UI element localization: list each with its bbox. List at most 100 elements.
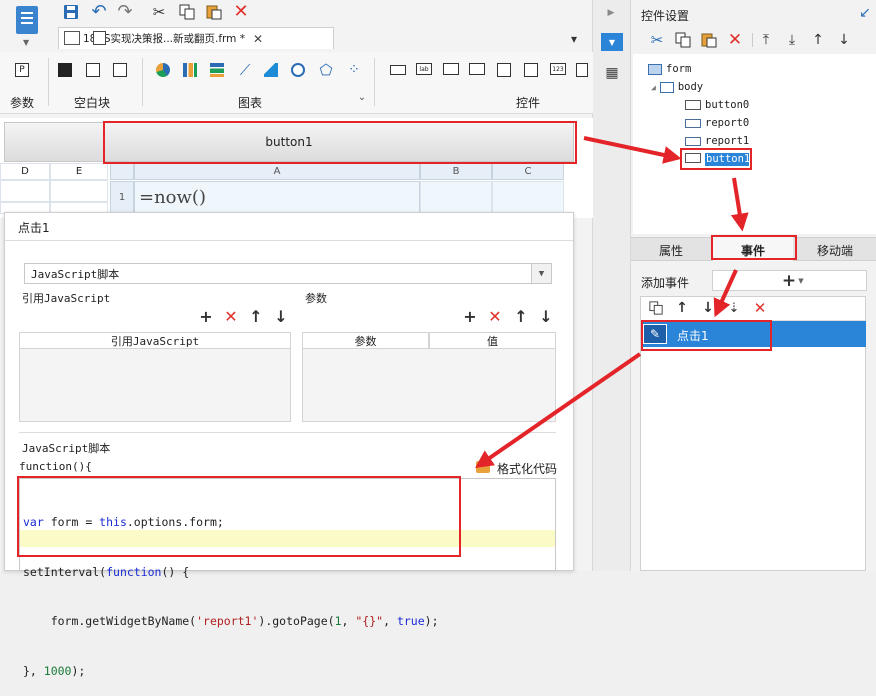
column-header-c[interactable]: C <box>492 163 564 180</box>
move-up-icon[interactable]: ↑ <box>675 300 689 316</box>
cut-icon[interactable]: ✂ <box>150 3 168 21</box>
parameter-icon[interactable]: P <box>15 63 29 77</box>
remove-icon[interactable]: ✕ <box>488 307 502 326</box>
block-dark-icon[interactable] <box>58 63 72 77</box>
cut-icon[interactable]: ✂ <box>648 31 666 49</box>
widget-settings-toggle[interactable]: ▼ <box>601 33 623 51</box>
divider <box>19 432 556 433</box>
move-bottom-icon[interactable]: ⤓ <box>784 31 800 49</box>
tree-item-report0[interactable]: report0 <box>685 117 749 129</box>
collapse-arrow-icon[interactable]: ▶ <box>604 6 618 20</box>
add-icon[interactable]: + <box>463 307 477 326</box>
ribbon-group-chart: 图表 <box>238 96 263 110</box>
close-icon[interactable]: ✕ <box>253 32 263 46</box>
grid-cell[interactable] <box>0 180 50 202</box>
js-script-section-label: JavaScript脚本 <box>22 442 111 455</box>
column-header-e[interactable]: E <box>50 163 108 180</box>
chevron-down-icon[interactable]: ▼ <box>531 264 551 283</box>
column-header-a[interactable]: A <box>134 163 420 180</box>
script-type-select[interactable]: JavaScript脚本 ▼ <box>24 263 552 284</box>
tree-item-body[interactable]: ◢ body <box>651 81 703 93</box>
button-widget-icon[interactable] <box>390 65 406 75</box>
label-widget-icon[interactable]: lab <box>416 63 432 75</box>
tree-item-form[interactable]: form <box>648 63 691 75</box>
button-widget-icon <box>685 100 701 110</box>
add-icon[interactable]: + <box>199 307 213 326</box>
move-down-icon[interactable]: ↓ <box>539 307 553 326</box>
column-header-b[interactable]: B <box>420 163 492 180</box>
horizontal-bar-icon[interactable] <box>210 63 224 77</box>
formula-cell[interactable]: =now() <box>134 181 420 213</box>
delete-icon[interactable]: ✕ <box>752 300 768 316</box>
panel-title: 控件设置 <box>641 9 690 23</box>
move-up-icon[interactable]: ↑ <box>514 307 528 326</box>
move-top-icon[interactable]: ⤒ <box>758 31 774 49</box>
copy-icon[interactable] <box>648 300 664 316</box>
app-menu-logo[interactable]: ▼ <box>8 4 46 48</box>
tab-properties[interactable]: 属性 <box>659 242 683 259</box>
chevron-down-icon[interactable]: ⌄ <box>356 92 368 104</box>
combobox-widget-icon[interactable] <box>469 63 485 75</box>
ref-js-column-header: 引用JavaScript <box>19 332 291 349</box>
undo-icon[interactable]: ↶ <box>90 3 108 21</box>
report-logo-icon <box>16 6 38 34</box>
copy-icon[interactable] <box>178 3 196 21</box>
grid-cell[interactable] <box>50 180 108 202</box>
delete-icon[interactable]: ✕ <box>232 3 250 21</box>
move-down-icon[interactable]: ↓ <box>274 307 288 326</box>
ref-js-section-label: 引用JavaScript <box>22 292 111 305</box>
copy-icon[interactable] <box>674 31 692 49</box>
move-up-icon[interactable]: ↑ <box>810 31 826 49</box>
highlight-box <box>641 320 772 351</box>
area-chart-icon[interactable] <box>264 63 278 77</box>
tree-item-button0[interactable]: button0 <box>685 99 749 111</box>
gauge-icon[interactable] <box>291 63 305 77</box>
redo-icon[interactable]: ↷ <box>116 3 134 21</box>
code-line: }, 1000); <box>23 663 86 678</box>
grid-cell[interactable] <box>420 181 492 213</box>
move-down-icon[interactable]: ↓ <box>701 300 715 316</box>
grid-icon[interactable] <box>64 31 80 45</box>
pin-icon[interactable]: ▾ <box>566 31 582 47</box>
tree-item-report1[interactable]: report1 <box>685 135 749 147</box>
grid-cell[interactable] <box>492 181 564 213</box>
save-icon[interactable] <box>62 3 80 21</box>
document-tab-title: 18-JS实现决策报...新或翻页.frm * <box>83 33 245 45</box>
brush-icon[interactable] <box>476 461 490 473</box>
block-grid-icon[interactable] <box>113 63 127 77</box>
bar-chart-icon[interactable] <box>183 63 197 77</box>
side-toolbar <box>593 0 631 571</box>
remove-icon[interactable]: ✕ <box>224 307 238 326</box>
list-widget-icon[interactable] <box>497 63 511 77</box>
checkbox-widget-icon[interactable] <box>576 63 588 77</box>
add-event-dropdown[interactable]: + ▼ <box>712 270 867 291</box>
date-widget-icon[interactable] <box>524 63 538 77</box>
radar-chart-icon[interactable]: ⬠ <box>317 61 335 79</box>
highlight-box <box>711 235 797 260</box>
ribbon-divider <box>142 58 143 106</box>
textbox-widget-icon[interactable] <box>443 63 459 75</box>
sort-icon[interactable]: ⇣ <box>725 300 743 316</box>
paste-icon[interactable] <box>700 31 718 49</box>
expand-arrow-icon[interactable]: ◢ <box>651 83 656 92</box>
body-icon <box>659 81 674 93</box>
line-chart-icon[interactable]: ⟋ <box>236 61 254 79</box>
format-code-button[interactable]: 格式化代码 <box>497 460 557 477</box>
divider <box>5 240 573 241</box>
scatter-chart-icon[interactable]: ⁘ <box>345 61 363 79</box>
row-header-1[interactable]: 1 <box>110 181 134 213</box>
layout-grid-icon[interactable]: ▦ <box>603 64 621 82</box>
move-up-icon[interactable]: ↑ <box>249 307 263 326</box>
number-widget-icon[interactable]: 123 <box>550 63 566 75</box>
paste-icon[interactable] <box>205 3 223 21</box>
block-split-icon[interactable] <box>86 63 100 77</box>
delete-icon[interactable]: ✕ <box>726 31 744 49</box>
ribbon-divider <box>48 58 49 106</box>
pie-chart-icon[interactable] <box>156 63 170 77</box>
dock-icon[interactable]: ↙ <box>857 5 873 21</box>
tab-mobile[interactable]: 移动端 <box>817 242 853 259</box>
move-down-icon[interactable]: ↓ <box>836 31 852 49</box>
add-icon[interactable]: + <box>781 272 797 290</box>
column-header-d[interactable]: D <box>0 163 50 180</box>
chevron-down-icon[interactable]: ▼ <box>796 274 806 288</box>
